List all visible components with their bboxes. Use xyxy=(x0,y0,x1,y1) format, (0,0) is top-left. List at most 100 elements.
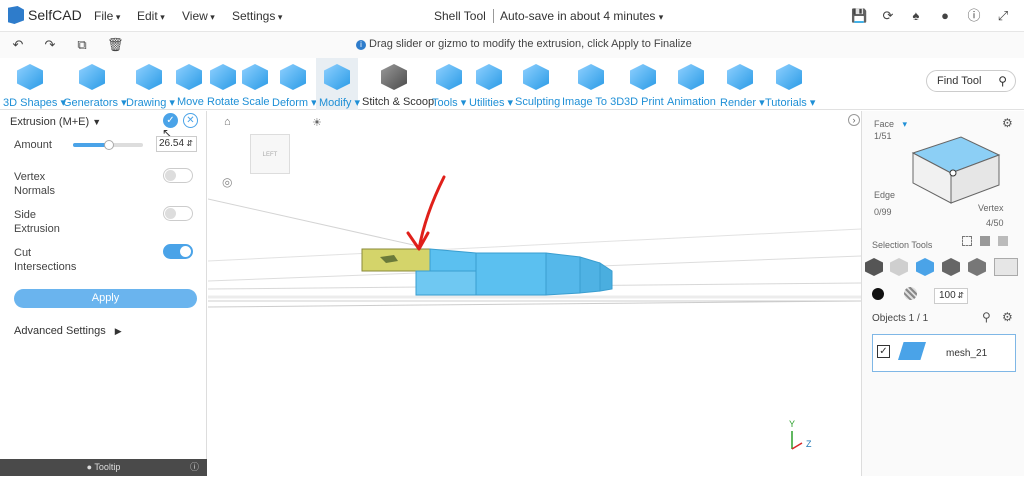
label-line: Cut xyxy=(14,247,32,259)
tool-label: Render ▾ xyxy=(720,97,765,109)
tool-move[interactable]: Move xyxy=(175,58,204,110)
cut-intersections-label: Cut Intersections xyxy=(14,246,76,274)
face-label[interactable]: Face ▾ xyxy=(874,119,907,130)
scene-canvas[interactable]: Y Z xyxy=(207,111,862,476)
delete-icon[interactable]: 🗑 xyxy=(107,37,124,53)
tool-animation[interactable]: Animation xyxy=(666,58,716,110)
undo-icon[interactable]: ↶ xyxy=(10,37,26,53)
hint-text: Drag slider or gizmo to modify the extru… xyxy=(369,38,692,50)
tool-generators[interactable]: Generators ▾ xyxy=(62,58,127,110)
stitch-scoop-icon xyxy=(381,64,407,90)
redo-icon[interactable]: ↷ xyxy=(42,37,58,53)
tool-drawing[interactable]: Drawing ▾ xyxy=(125,58,175,110)
side-extrusion-toggle[interactable] xyxy=(163,206,193,221)
save-icon[interactable]: 💾 xyxy=(851,8,867,24)
scale-icon xyxy=(242,64,268,90)
search-icon[interactable]: ⚲ xyxy=(982,310,991,324)
amount-label: Amount xyxy=(14,139,52,151)
tool-modify[interactable]: Modify ▾ xyxy=(316,58,360,110)
tooltip-bar[interactable]: ● Tooltip ⓘ xyxy=(0,459,207,476)
tool-label: Tools ▾ xyxy=(432,97,467,109)
tool-label: 3D Shapes ▾ xyxy=(3,97,67,109)
tool-sculpting[interactable]: Sculpting xyxy=(514,58,561,110)
view-cube-label: LEFT xyxy=(262,152,278,158)
tool-3d-print[interactable]: 3D Print xyxy=(623,58,664,110)
3d-viewport[interactable]: Y Z xyxy=(207,111,862,476)
3d-print-icon xyxy=(630,64,656,90)
select-invert-icon[interactable] xyxy=(994,258,1018,276)
tool-label: Animation xyxy=(667,96,716,108)
amount-input[interactable]: 26.54 ⇵ xyxy=(156,136,197,152)
tool-render[interactable]: Render ▾ xyxy=(719,58,765,110)
object-visibility-checkbox[interactable]: ✓ xyxy=(877,345,890,358)
close-icon[interactable]: ✕ xyxy=(183,113,198,128)
main-toolbar: 3D Shapes ▾ Generators ▾ Drawing ▾ Move … xyxy=(0,58,1024,110)
drawing-icon xyxy=(136,64,162,90)
tool-stitch-scoop[interactable]: Stitch & Scoop xyxy=(360,58,434,110)
tool-rotate[interactable]: Rotate xyxy=(206,58,240,110)
tool-3d-shapes[interactable]: 3D Shapes ▾ xyxy=(0,58,66,110)
light-icon[interactable]: ☀ xyxy=(312,116,322,129)
annotation-arrow xyxy=(406,175,446,251)
mesh-model[interactable] xyxy=(361,248,613,296)
tool-label: Sculpting xyxy=(515,96,561,108)
tool-label: Move xyxy=(177,96,204,108)
tool-scale[interactable]: Scale xyxy=(241,58,270,110)
menu-edit[interactable]: Edit xyxy=(137,9,165,23)
fullscreen-icon[interactable]: ⤢ xyxy=(995,8,1011,24)
opacity-input[interactable]: 100 ⇵ xyxy=(934,288,968,304)
user-icon[interactable]: ● xyxy=(937,8,953,24)
tool-label: Scale xyxy=(242,96,270,108)
edge-label[interactable]: Edge xyxy=(874,190,895,200)
gear-icon[interactable]: ⚙ xyxy=(1002,116,1013,130)
select-rect-icon[interactable] xyxy=(962,236,972,246)
info-icon[interactable]: ⓘ xyxy=(966,8,982,24)
copy-icon[interactable]: ⧉ xyxy=(74,37,90,53)
notification-bell-icon[interactable]: ♠ xyxy=(908,8,924,24)
menu-settings[interactable]: Settings xyxy=(232,9,282,23)
menu-file[interactable]: File xyxy=(94,9,120,23)
tool-label: 3D Print xyxy=(624,96,664,108)
tool-label: Tutorials ▾ xyxy=(765,97,816,109)
vertex-label[interactable]: Vertex xyxy=(978,203,1004,213)
tool-label: Image To 3D xyxy=(562,96,625,108)
deform-icon xyxy=(280,64,306,90)
share-icon[interactable]: ⟳ xyxy=(880,8,896,24)
amount-slider[interactable] xyxy=(73,140,143,150)
tools-icon xyxy=(436,64,462,90)
tool-tutorials[interactable]: Tutorials ▾ xyxy=(764,58,816,110)
utilities-icon xyxy=(476,64,502,90)
info-icon: i xyxy=(356,40,366,50)
menu-view[interactable]: View xyxy=(182,9,215,23)
tool-tools[interactable]: Tools ▾ xyxy=(431,58,467,110)
gear-icon[interactable]: ⚙ xyxy=(1002,310,1013,324)
tool-image-to-3d[interactable]: Image To 3D xyxy=(561,58,625,110)
tool-utilities[interactable]: Utilities ▾ xyxy=(468,58,513,110)
object-name: mesh_21 xyxy=(946,348,988,359)
panel-title[interactable]: Extrusion (M+E) ▼ xyxy=(10,116,101,128)
selfcad-logo[interactable]: SelfCAD xyxy=(8,6,82,24)
advanced-settings-label: Advanced Settings xyxy=(14,325,106,337)
opacity-value: 100 xyxy=(939,290,956,301)
cube-icon xyxy=(17,64,43,90)
cut-intersections-toggle[interactable] xyxy=(163,244,193,259)
find-tool-input[interactable]: Find Tool ⚲ xyxy=(926,70,1016,92)
objects-title: Objects 1 / 1 xyxy=(872,313,929,324)
tool-deform[interactable]: Deform ▾ xyxy=(271,58,317,110)
home-icon[interactable]: ⌂ xyxy=(224,116,231,128)
apply-button[interactable]: Apply xyxy=(14,289,197,308)
collapse-right-panel-icon[interactable]: › xyxy=(848,114,860,126)
color-swatch[interactable] xyxy=(872,288,884,300)
select-all-icon[interactable] xyxy=(998,236,1008,246)
vertex-normals-toggle[interactable] xyxy=(163,168,193,183)
select-object-icon[interactable] xyxy=(980,236,990,246)
selection-tools-label: Selection Tools xyxy=(872,240,933,250)
advanced-settings-toggle[interactable]: Advanced Settings ▶ xyxy=(14,325,122,337)
selection-mode-cube[interactable] xyxy=(905,125,1001,205)
material-icon[interactable] xyxy=(904,287,917,300)
view-cube[interactable]: LEFT xyxy=(250,134,290,174)
object-list-item[interactable] xyxy=(872,334,1016,372)
globe-icon[interactable]: ◎ xyxy=(222,175,232,189)
autosave-status[interactable]: Auto-save in about 4 minutes ▾ xyxy=(493,9,663,23)
hint-message: i Drag slider or gizmo to modify the extr… xyxy=(356,38,692,50)
